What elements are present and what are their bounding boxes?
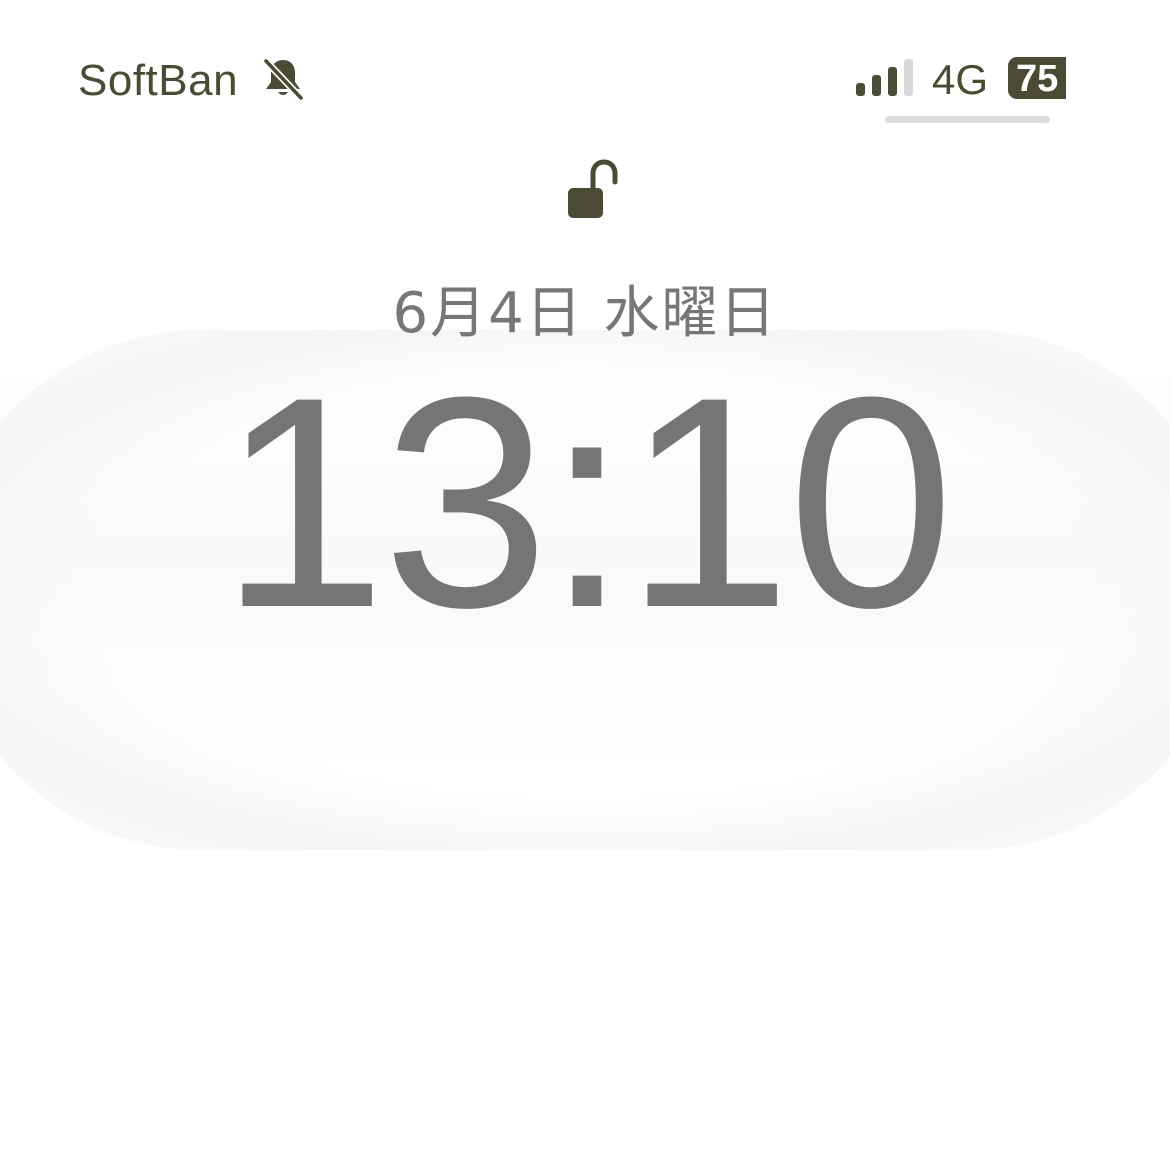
battery-indicator: 75	[1008, 57, 1066, 99]
lock-screen: SoftBan 4G 75 6月4日 水曜日 13:10	[0, 0, 1170, 1170]
bell-slash-icon	[260, 56, 306, 102]
unlocked-padlock-icon	[564, 158, 626, 222]
network-type-label: 4G	[932, 56, 989, 103]
lock-screen-time: 13:10	[219, 334, 955, 670]
battery-level: 75	[1016, 58, 1059, 99]
carrier-name: SoftBan	[78, 56, 239, 105]
control-center-indicator[interactable]	[885, 116, 1050, 123]
cellular-signal-icon	[855, 58, 917, 98]
status-bar: SoftBan 4G 75	[0, 0, 1170, 140]
